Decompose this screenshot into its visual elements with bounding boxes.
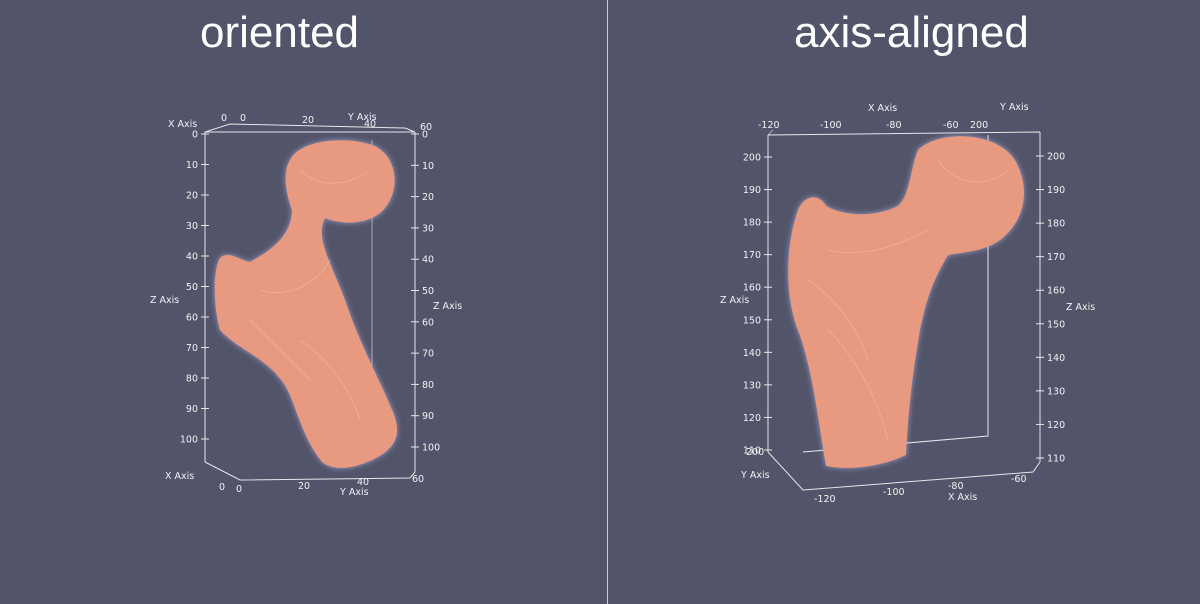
top-x-tick: -60 xyxy=(943,120,959,131)
z-axis-tick-label: 120 xyxy=(1047,420,1065,431)
z-axis-tick-label: 30 xyxy=(186,221,198,232)
top-x-tick: 0 xyxy=(221,113,227,124)
z-axis-tick-label: 60 xyxy=(422,317,434,328)
z-axis-tick-label: 10 xyxy=(422,161,434,172)
z-axis-label-left: Z Axis xyxy=(150,295,179,306)
z-axis-tick-label: 90 xyxy=(422,411,434,422)
z-axis-tick-label: 170 xyxy=(743,250,761,261)
z-axis-tick-label: 150 xyxy=(1047,319,1065,330)
z-axis-tick-label: 60 xyxy=(186,313,198,324)
bottom-x-tick: -100 xyxy=(883,487,905,498)
z-axis-tick-label: 70 xyxy=(422,349,434,360)
viewport-axis-aligned[interactable]: axis-aligned 200 190 180 170 160 150 140 130 120… xyxy=(608,0,1200,604)
z-axis-tick-label: 160 xyxy=(1047,286,1065,297)
bottom-x-tick: 40 xyxy=(357,477,369,488)
z-axis-tick-label: 80 xyxy=(422,380,434,391)
bottom-x-tick: 20 xyxy=(298,481,310,492)
z-axis-tick-label: 160 xyxy=(743,283,761,294)
z-axis-tick-label: 40 xyxy=(186,252,198,263)
y-axis-label-bottom: Y Axis xyxy=(740,470,770,481)
z-axis-tick-label: 190 xyxy=(1047,185,1065,196)
z-axis-tick-label: 30 xyxy=(422,223,434,234)
top-x-tick: -100 xyxy=(820,120,842,131)
bottom-x-tick: -60 xyxy=(1011,474,1027,485)
top-x-tick: -120 xyxy=(758,120,780,131)
y-axis-label-bottom: Y Axis xyxy=(339,487,369,498)
viewport-oriented[interactable]: oriented 0 10 20 30 40 50 60 70 80 90 100 0 10 20 30 4… xyxy=(0,0,607,604)
x-axis-label-bottom: X Axis xyxy=(948,492,977,503)
render-canvas-axis-aligned[interactable]: 200 190 180 170 160 150 140 130 120 110 200 190 180… xyxy=(608,0,1200,604)
z-axis-tick-label: 0 xyxy=(192,130,198,141)
z-axis-tick-label: 20 xyxy=(186,191,198,202)
top-x-tick: 20 xyxy=(302,115,314,126)
x-axis-label-top: X Axis xyxy=(868,103,897,114)
z-axis-tick-label: 170 xyxy=(1047,252,1065,263)
z-axis-tick-label: 180 xyxy=(743,218,761,229)
z-axis-tick-label: 180 xyxy=(1047,219,1065,230)
z-axis-tick-label: 80 xyxy=(186,374,198,385)
z-axis-tick-label: 130 xyxy=(743,380,761,391)
z-axis-tick-label: 50 xyxy=(422,286,434,297)
z-axis-label-right: Z Axis xyxy=(1066,302,1095,313)
bottom-y-tick: 200 xyxy=(746,447,764,458)
render-canvas-oriented[interactable]: 0 10 20 30 40 50 60 70 80 90 100 0 10 20 30 40 50 60 70 80… xyxy=(0,0,607,604)
z-axis-tick-label: 10 xyxy=(186,160,198,171)
x-axis-label-top: X Axis xyxy=(168,119,197,130)
z-axis-tick-label: 200 xyxy=(1047,152,1065,163)
z-axis-label-right: Z Axis xyxy=(433,301,462,312)
z-axis-tick-label: 190 xyxy=(743,185,761,196)
z-axis-label-left: Z Axis xyxy=(720,295,749,306)
z-axis-tick-label: 130 xyxy=(1047,386,1065,397)
bottom-x-tick: 0 xyxy=(219,482,225,493)
femur-model-axis-aligned xyxy=(788,136,1024,468)
top-x-tick: -80 xyxy=(886,120,902,131)
bottom-y-end: 60 xyxy=(412,474,424,485)
z-axis-tick-label: 140 xyxy=(743,348,761,359)
z-axis-tick-label: 100 xyxy=(422,443,440,454)
top-x-tick: 0 xyxy=(240,113,246,124)
bottom-x-tick: 0 xyxy=(236,484,242,495)
femur-model-oriented xyxy=(214,140,398,468)
z-axis-tick-label: 100 xyxy=(180,435,198,446)
bottom-x-tick: -80 xyxy=(948,481,964,492)
top-x-tick: 40 xyxy=(364,119,376,130)
top-x-tick: 200 xyxy=(970,120,988,131)
z-axis-tick-label: 150 xyxy=(743,315,761,326)
z-axis-tick-label: 90 xyxy=(186,404,198,415)
z-axis-tick-label: 110 xyxy=(1047,454,1065,465)
y-axis-label-top: Y Axis xyxy=(999,102,1029,113)
x-axis-label-bottom: X Axis xyxy=(165,471,194,482)
z-axis-tick-label: 50 xyxy=(186,282,198,293)
bottom-x-tick: -120 xyxy=(814,494,836,505)
z-axis-tick-label: 200 xyxy=(743,153,761,164)
z-axis-tick-label: 70 xyxy=(186,343,198,354)
z-axis-tick-label: 140 xyxy=(1047,353,1065,364)
top-y-end: 60 xyxy=(420,122,432,133)
z-axis-tick-label: 20 xyxy=(422,192,434,203)
z-axis-tick-label: 120 xyxy=(743,413,761,424)
z-axis-tick-label: 40 xyxy=(422,255,434,266)
